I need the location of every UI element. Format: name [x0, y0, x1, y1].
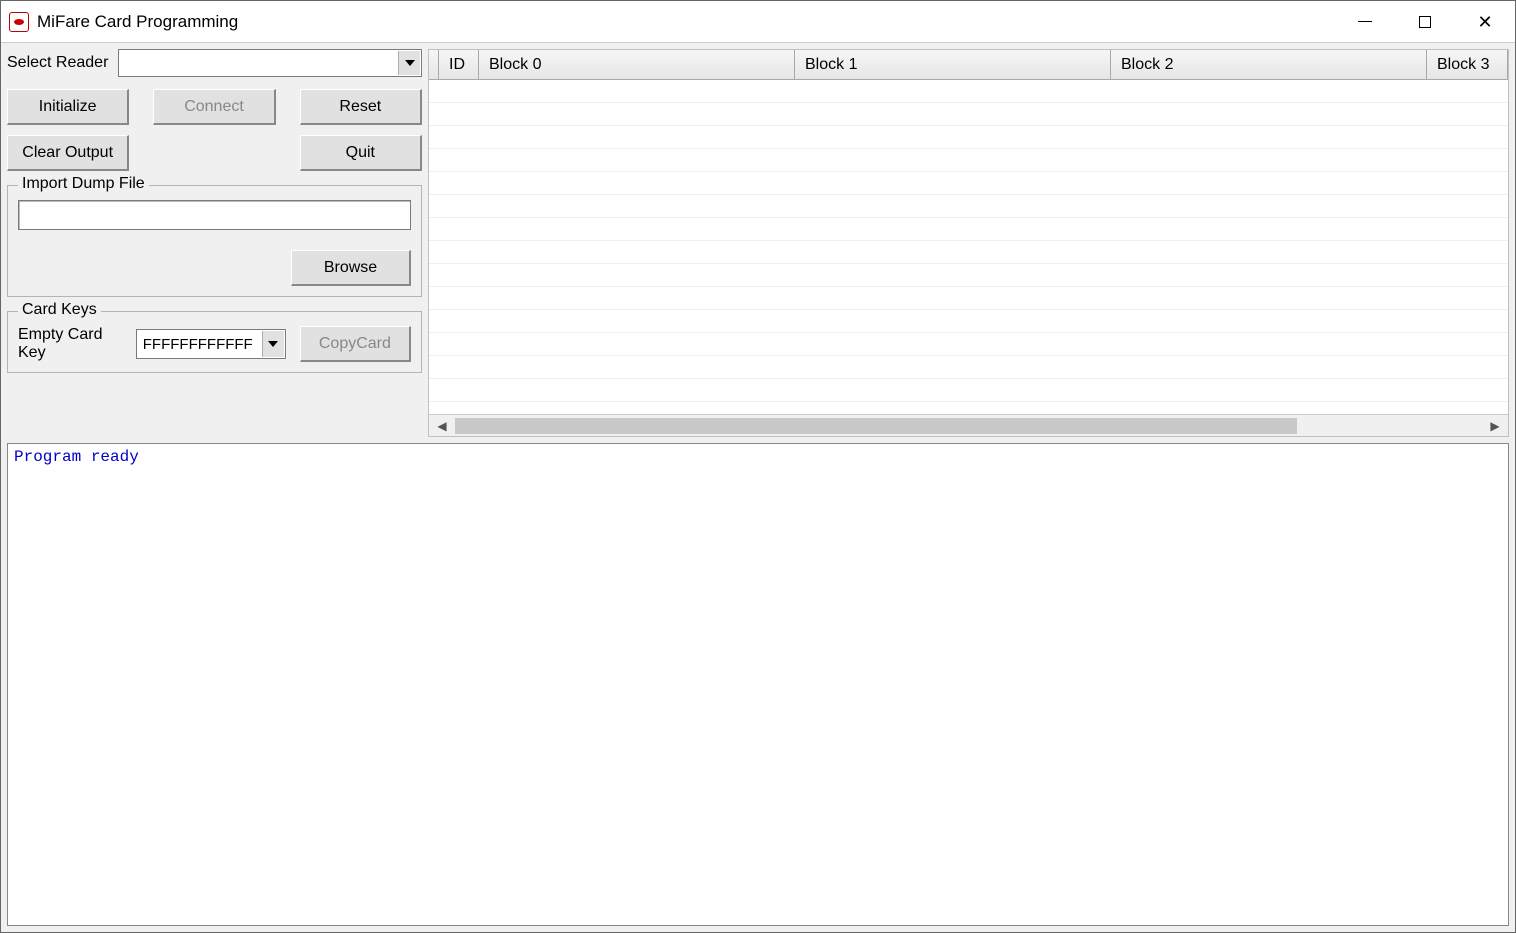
reset-button[interactable]: Reset	[300, 89, 422, 125]
table-row	[429, 195, 1508, 218]
empty-key-label: Empty Card Key	[18, 326, 126, 362]
import-path-input[interactable]	[18, 200, 411, 230]
left-panel: Select Reader Initialize Connect Reset C…	[7, 49, 422, 437]
chevron-down-icon	[398, 51, 420, 75]
table-row	[429, 264, 1508, 287]
grid-header: ID Block 0 Block 1 Block 2 Block 3	[429, 50, 1508, 80]
import-legend: Import Dump File	[18, 175, 149, 193]
reader-row: Select Reader	[7, 49, 422, 77]
minimize-button[interactable]	[1335, 1, 1395, 42]
window-title: MiFare Card Programming	[37, 12, 238, 32]
col-block0[interactable]: Block 0	[479, 50, 795, 79]
button-grid: Initialize Connect Reset Clear Output Qu…	[7, 89, 422, 171]
col-block1[interactable]: Block 1	[795, 50, 1111, 79]
keys-legend: Card Keys	[18, 301, 101, 319]
scroll-right-icon[interactable]: ▶	[1486, 417, 1504, 435]
client-area: Select Reader Initialize Connect Reset C…	[1, 43, 1515, 932]
col-block3[interactable]: Block 3	[1427, 50, 1508, 79]
table-row	[429, 310, 1508, 333]
minimize-icon	[1358, 21, 1372, 23]
table-row	[429, 80, 1508, 103]
table-row	[429, 103, 1508, 126]
close-button[interactable]: ✕	[1455, 1, 1515, 42]
titlebar: MiFare Card Programming ✕	[1, 1, 1515, 43]
horizontal-scrollbar[interactable]: ◀ ▶	[429, 414, 1508, 436]
maximize-icon	[1419, 16, 1431, 28]
reader-combo[interactable]	[118, 49, 422, 77]
table-row	[429, 379, 1508, 402]
window-controls: ✕	[1335, 1, 1515, 42]
keys-group: Card Keys Empty Card Key FFFFFFFFFFFF Co…	[7, 311, 422, 373]
clear-output-button[interactable]: Clear Output	[7, 135, 129, 171]
scroll-track[interactable]	[455, 418, 1482, 434]
connect-button[interactable]: Connect	[153, 89, 275, 125]
table-row	[429, 241, 1508, 264]
table-row	[429, 218, 1508, 241]
top-row: Select Reader Initialize Connect Reset C…	[7, 49, 1509, 437]
maximize-button[interactable]	[1395, 1, 1455, 42]
app-icon	[9, 12, 29, 32]
browse-button[interactable]: Browse	[291, 250, 411, 286]
col-id[interactable]: ID	[439, 50, 479, 79]
grid-corner	[429, 50, 439, 79]
quit-button[interactable]: Quit	[300, 135, 422, 171]
close-icon: ✕	[1477, 13, 1492, 31]
console-line: Program ready	[14, 448, 139, 466]
empty-key-combo[interactable]: FFFFFFFFFFFF	[136, 329, 286, 359]
chevron-down-icon	[262, 331, 284, 357]
empty-key-value: FFFFFFFFFFFF	[143, 336, 253, 353]
table-row	[429, 356, 1508, 379]
import-group: Import Dump File Browse	[7, 185, 422, 297]
copycard-button[interactable]: CopyCard	[300, 326, 411, 362]
app-window: MiFare Card Programming ✕ Select Reader …	[0, 0, 1516, 933]
block-grid: ID Block 0 Block 1 Block 2 Block 3	[428, 49, 1509, 437]
scroll-left-icon[interactable]: ◀	[433, 417, 451, 435]
initialize-button[interactable]: Initialize	[7, 89, 129, 125]
output-console[interactable]: Program ready	[7, 443, 1509, 926]
table-row	[429, 287, 1508, 310]
scroll-thumb[interactable]	[455, 418, 1297, 434]
table-row	[429, 126, 1508, 149]
table-row	[429, 333, 1508, 356]
col-block2[interactable]: Block 2	[1111, 50, 1427, 79]
grid-body[interactable]	[429, 80, 1508, 414]
table-row	[429, 149, 1508, 172]
reader-label: Select Reader	[7, 54, 108, 72]
grid-rows	[429, 80, 1508, 402]
table-row	[429, 172, 1508, 195]
